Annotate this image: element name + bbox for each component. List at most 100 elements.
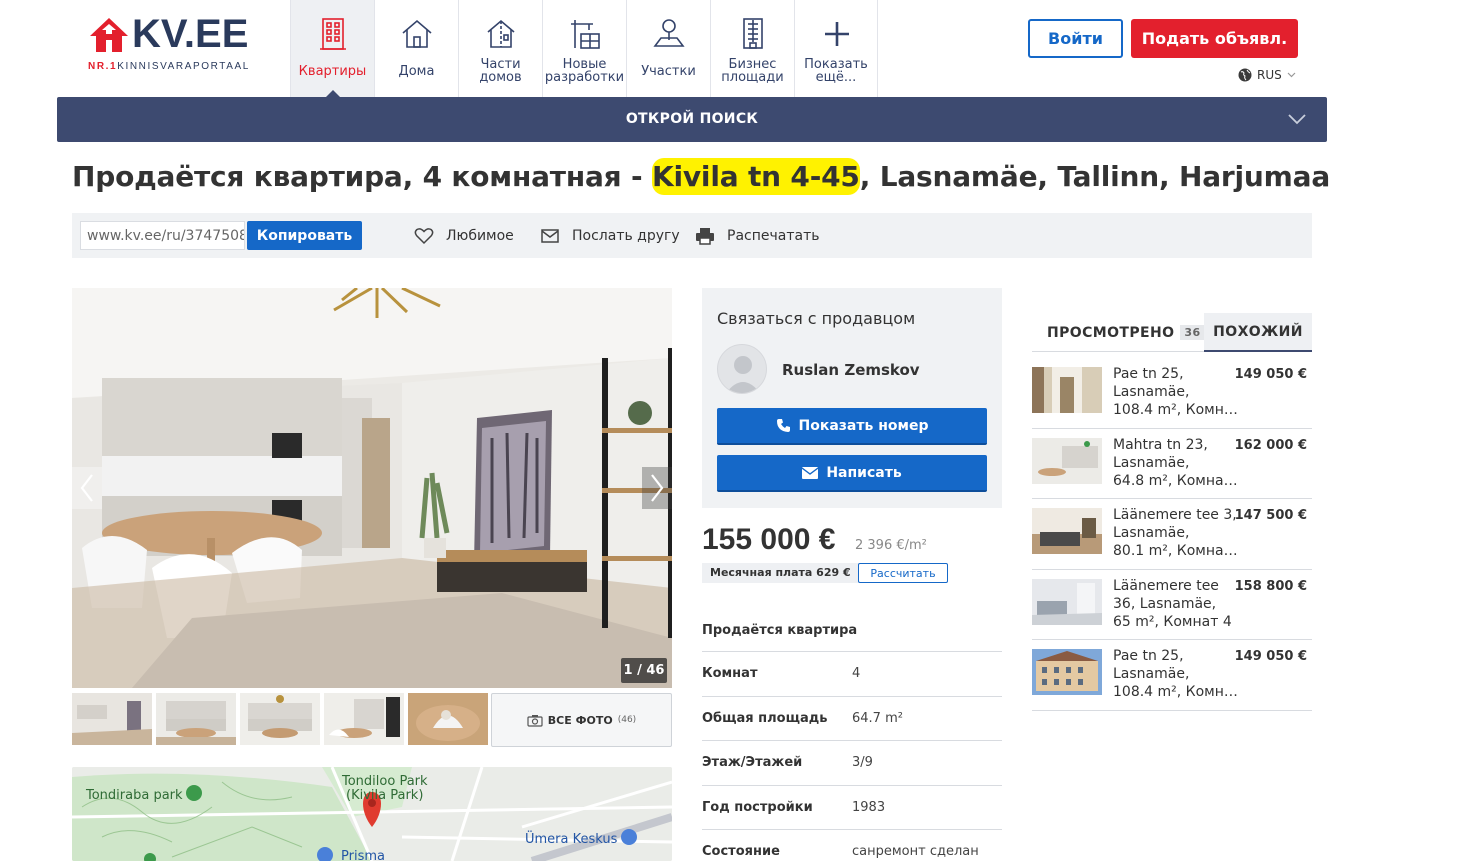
listing-address: Pae tn 25, Lasnamäe, 108.4 m², Комна... (1113, 366, 1238, 418)
user-avatar-icon (726, 356, 760, 393)
detail-row: Общая площадь 64.7 m² (702, 697, 1002, 741)
listing-address: Läänemere tee 36, Lasnamäe, 65 m², Комнат … (1113, 577, 1232, 630)
listing-thumbnail (1032, 437, 1102, 484)
listing-url-field[interactable]: www.kv.ee/ru/3747508 (80, 221, 245, 250)
monthly-payment: Месячная плата 629 € (702, 563, 859, 583)
kv-logo[interactable]: KV.EE NR.1KINNISVARAPORTAAL (88, 12, 258, 74)
details-heading: Продаётся квартира (702, 612, 1002, 652)
location-map[interactable]: Tondiraba park Tondiloo Park (Kivila Par… (72, 767, 672, 861)
phone-icon (776, 419, 790, 432)
nav-label: Дома (398, 64, 435, 79)
new-development-icon (571, 20, 600, 49)
listing-address: Pae tn 25, Lasnamäe, 108.4 m², Комна... (1113, 648, 1238, 700)
detail-key: Общая площадь (702, 710, 828, 726)
send-to-friend-action[interactable]: Послать другу (540, 227, 680, 245)
tab-viewed-label: ПРОСМОТРЕНО (1047, 324, 1175, 341)
language-selector[interactable]: RUS (1238, 68, 1296, 82)
listing-address: Mahtra tn 23, Lasnamäe, 64.8 m², Комнат 4 (1113, 436, 1238, 489)
photo-counter: 1 / 46 (621, 658, 667, 683)
photo-thumbnail[interactable] (324, 693, 404, 745)
nav-new-developments[interactable]: Новые разработки (542, 0, 626, 97)
similar-listings: Pae tn 25, Lasnamäe, 108.4 m², Комна... 14… (1032, 358, 1312, 711)
listing-thumbnail (1032, 578, 1102, 625)
map-label-prisma: Prisma (341, 849, 385, 861)
chevron-left-icon (80, 474, 93, 502)
list-item[interactable]: Pae tn 25, Lasnamäe, 108.4 m², Комна... 14… (1032, 358, 1312, 429)
apartment-building-icon (320, 18, 346, 50)
listing-price: 149 050 € (1234, 367, 1307, 382)
list-item[interactable]: Mahtra tn 23, Lasnamäe, 64.8 m², Комнат 4 … (1032, 429, 1312, 499)
list-item[interactable]: Läänemere tee 36, Lasnamäe, 65 m², Комнат … (1032, 570, 1312, 640)
detail-key: Этаж/Этажей (702, 755, 803, 771)
map-label-umera: Ümera Keskus (525, 832, 618, 847)
previous-photo-button[interactable] (72, 467, 102, 509)
listing-thumbnail (1032, 508, 1102, 554)
favorite-action[interactable]: Любимое (414, 227, 514, 245)
side-tabs: ПРОСМОТРЕНО 36 ПОХОЖИЙ (1032, 313, 1312, 352)
chevron-right-icon (651, 474, 664, 502)
property-details: Продаётся квартира Комнат 4 Общая площадь… (702, 612, 1002, 861)
map-label-tondiloo: Tondiloo Park (342, 774, 428, 789)
living-room-photo (72, 288, 672, 688)
all-photos-count: (46) (617, 715, 637, 725)
land-plot-icon (653, 19, 685, 47)
plus-icon (825, 22, 849, 46)
listing-thumbnail (1032, 367, 1102, 413)
globe-icon (1238, 68, 1252, 82)
avatar (717, 344, 767, 394)
write-message-label: Написать (826, 464, 902, 481)
photo-thumbnail[interactable] (408, 693, 488, 745)
detail-key: Комнат (702, 666, 758, 682)
listing-price: 147 500 € (1234, 508, 1307, 523)
house-icon (402, 19, 432, 48)
main-photo[interactable] (72, 288, 672, 688)
detail-key: Состояние (702, 844, 780, 860)
photo-thumbnail[interactable] (240, 693, 320, 745)
envelope-icon (541, 229, 559, 243)
detail-value: 64.7 m² (852, 710, 903, 726)
photo-thumbnail[interactable] (72, 693, 152, 745)
nav-business[interactable]: Бизнес площади (710, 0, 794, 97)
write-message-button[interactable]: Написать (717, 455, 987, 492)
next-photo-button[interactable] (642, 467, 672, 509)
detail-row: Состояние санремонт сделан (702, 830, 1002, 861)
logo-tagline: NR.1KINNISVARAPORTAAL (88, 61, 250, 72)
nav-label: Участки (641, 64, 696, 79)
office-building-icon (743, 18, 763, 49)
open-search-bar[interactable]: ОТКРОЙ ПОИСК (57, 97, 1327, 142)
nav-house-parts[interactable]: Части домов (458, 0, 542, 97)
print-action[interactable]: Распечатать (695, 227, 819, 245)
nav-land[interactable]: Участки (626, 0, 710, 97)
copy-url-button[interactable]: Копировать (247, 221, 362, 250)
open-search-label: ОТКРОЙ ПОИСК (625, 111, 759, 127)
listing-address: Läänemere tee 3, Lasnamäe, 80.1 m², Комнат… (1113, 507, 1238, 559)
photo-thumbnail[interactable] (156, 693, 236, 745)
listing-price: 162 000 € (1234, 437, 1307, 453)
contact-title: Связаться с продавцом (717, 309, 916, 328)
nav-show-more[interactable]: Показать ещё... (794, 0, 878, 97)
print-label: Распечатать (727, 228, 820, 244)
show-phone-label: Показать номер (798, 417, 929, 434)
nav-houses[interactable]: Дома (374, 0, 458, 97)
main-nav: Квартиры Дома Части домов Новые разработки… (290, 0, 878, 97)
login-button[interactable]: Войти (1028, 19, 1123, 58)
tab-viewed[interactable]: ПРОСМОТРЕНО 36 (1047, 313, 1205, 352)
nav-label: Части домов (479, 57, 522, 85)
tab-similar[interactable]: ПОХОЖИЙ (1204, 313, 1312, 352)
nav-label: Бизнес площади (721, 57, 784, 85)
nav-apartments[interactable]: Квартиры (290, 0, 374, 97)
calculate-button[interactable]: Рассчитать (858, 563, 948, 583)
nav-label: Показать ещё... (804, 57, 868, 85)
detail-row: Год постройки 1983 (702, 786, 1002, 830)
all-photos-button[interactable]: ВСЕ ФОТО (46) (491, 693, 672, 747)
list-item[interactable]: Läänemere tee 3, Lasnamäe, 80.1 m², Комнат… (1032, 499, 1312, 570)
post-ad-button[interactable]: Подать объявл. (1131, 19, 1298, 58)
show-phone-button[interactable]: Показать номер (717, 408, 987, 445)
price-per-m2: 2 396 €/m² (855, 538, 927, 553)
house-part-icon (487, 19, 515, 48)
list-item[interactable]: Pae tn 25, Lasnamäe, 108.4 m², Комна... 14… (1032, 640, 1312, 711)
map-label-kivila-park: (Kivila Park) (346, 788, 424, 803)
detail-row: Этаж/Этажей 3/9 (702, 741, 1002, 786)
house-logo-icon (90, 18, 128, 52)
logo-text: KV.EE (132, 12, 249, 56)
